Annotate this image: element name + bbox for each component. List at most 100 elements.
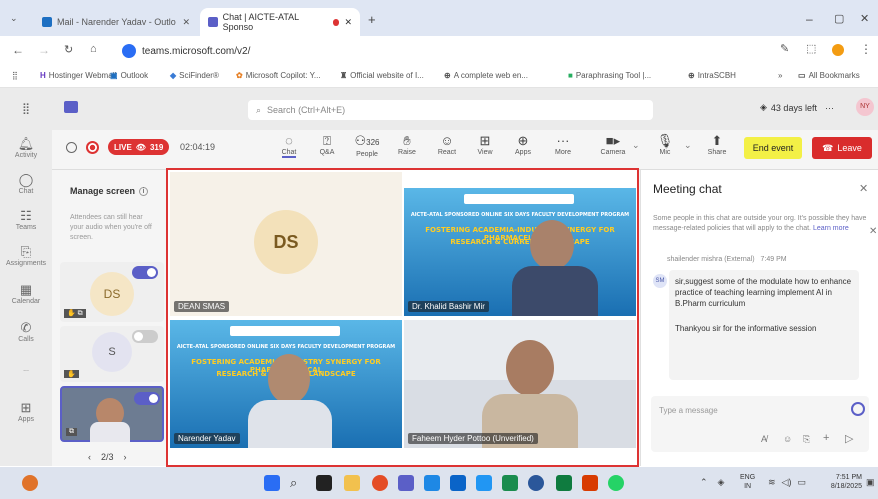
bookmark-item[interactable]: ■ Paraphrasing Tool |... xyxy=(568,71,651,80)
send-icon[interactable]: ▷ xyxy=(845,432,853,445)
thumb-participant[interactable]: S ✋ xyxy=(60,326,164,382)
mic-button[interactable]: 🎙︎ Mic xyxy=(648,133,682,156)
restore-button[interactable]: ▢ xyxy=(834,12,844,25)
rail-item-chat[interactable]: ◯ Chat xyxy=(4,172,48,195)
tab-list-icon[interactable]: ⌄ xyxy=(10,13,18,24)
plus-icon[interactable]: + xyxy=(823,432,829,444)
toggle-off[interactable] xyxy=(132,330,158,343)
react-button[interactable]: ☺ React xyxy=(430,133,464,156)
bookmark-item[interactable]: ◆ SciFinder® xyxy=(170,71,219,80)
start-icon[interactable] xyxy=(264,475,280,491)
close-icon[interactable]: ✕ xyxy=(869,226,877,237)
chevron-up-icon[interactable]: ⌃ xyxy=(700,477,708,488)
outlook-icon[interactable] xyxy=(450,475,466,491)
rail-item-activity[interactable]: 🔔︎ Activity xyxy=(4,136,48,159)
extensions-icon[interactable]: ⬚ xyxy=(806,42,816,55)
edge-icon[interactable] xyxy=(424,475,440,491)
notification-icon[interactable]: ▣ xyxy=(866,477,875,488)
rail-item-calendar[interactable]: ▦ Calendar xyxy=(4,282,48,305)
rail-item-more[interactable]: ... xyxy=(4,366,48,373)
url-field[interactable]: teams.microsoft.com/v2/ xyxy=(118,42,768,60)
record-icon[interactable] xyxy=(86,141,99,154)
tab-outlook[interactable]: Mail - Narender Yadav - Outlo ✕ xyxy=(34,8,198,36)
info-icon[interactable]: i xyxy=(139,186,149,196)
learn-more-link[interactable]: Learn more xyxy=(813,225,849,232)
qa-button[interactable]: ⍰ Q&A xyxy=(310,133,344,156)
rail-item-assignments[interactable]: ⎘ Assignments xyxy=(4,244,48,267)
toggle-on[interactable] xyxy=(134,392,160,405)
minimize-button[interactable]: – xyxy=(806,12,813,26)
menu-icon[interactable]: ⋮ xyxy=(860,42,872,56)
video-tile[interactable]: Faheem Hyder Pottoo (Unverified) xyxy=(404,320,636,448)
home-icon[interactable]: ⌂ xyxy=(90,43,97,55)
more-button[interactable]: ··· More xyxy=(546,133,580,156)
bookmark-item[interactable]: ♜ Official website of I... xyxy=(340,71,424,80)
tab-teams[interactable]: Chat | AICTE-ATAL Sponso ✕ xyxy=(200,8,360,36)
chevron-down-icon[interactable]: ⌄ xyxy=(684,140,692,151)
rail-item-apps[interactable]: ⊞ Apps xyxy=(4,400,48,423)
bookmark-item[interactable]: ✿ Microsoft Copilot: Y... xyxy=(236,71,321,80)
close-icon[interactable]: ✕ xyxy=(859,182,868,195)
new-tab-button[interactable]: + xyxy=(368,12,376,27)
video-tile[interactable]: AICTE-ATAL SPONSORED ONLINE SIX DAYS FAC… xyxy=(404,188,636,316)
reload-icon[interactable]: ↻ xyxy=(64,43,73,56)
language-indicator[interactable]: ENG IN xyxy=(740,473,755,491)
back-icon[interactable]: ← xyxy=(12,43,24,57)
chrome-icon[interactable] xyxy=(372,475,388,491)
wifi-icon[interactable]: ≋ xyxy=(768,477,776,488)
emoji-icon[interactable]: ☺ xyxy=(783,434,792,444)
bookmark-item[interactable]: ⊕ IntraSCBH xyxy=(688,71,736,80)
thumb-participant[interactable]: DS ✋ ⧉ xyxy=(60,262,164,322)
apps-button[interactable]: ⊕ Apps xyxy=(506,133,540,156)
file-explorer-icon[interactable] xyxy=(344,475,360,491)
end-event-button[interactable]: End event xyxy=(744,137,802,159)
pen-icon[interactable]: ✎ xyxy=(780,42,789,55)
toggle-on[interactable] xyxy=(132,266,158,279)
raise-hand-button[interactable]: ✋︎ Raise xyxy=(390,133,424,156)
clock[interactable]: 7:51 PM 8/18/2025 xyxy=(818,473,862,491)
trial-badge[interactable]: ◈ 43 days left ··· xyxy=(760,102,834,113)
app-launcher-icon[interactable]: ⣿ xyxy=(22,102,30,115)
powerpoint-icon[interactable] xyxy=(582,475,598,491)
word-icon[interactable] xyxy=(476,475,492,491)
profile-icon[interactable] xyxy=(832,44,844,56)
chat-button[interactable]: ◌ Chat xyxy=(272,133,306,158)
leave-button[interactable]: ☎ Leave xyxy=(812,137,872,159)
security-icon[interactable]: ◈ xyxy=(718,477,725,488)
copilot-icon[interactable] xyxy=(851,402,865,416)
video-tile[interactable]: DS DEAN SMAS xyxy=(170,172,402,316)
teams-icon[interactable] xyxy=(398,475,414,491)
battery-icon[interactable]: ▭ xyxy=(797,477,806,488)
search-input[interactable]: ⌕ Search (Ctrl+Alt+E) xyxy=(248,100,653,120)
site-info-icon[interactable] xyxy=(122,44,136,58)
search-icon[interactable]: ⌕ xyxy=(290,475,306,491)
more-icon[interactable]: ··· xyxy=(825,103,834,113)
close-icon[interactable]: ✕ xyxy=(182,17,190,28)
store-icon[interactable] xyxy=(528,475,544,491)
message-compose[interactable]: Type a message A̸ ☺ ⎘ + ▷ xyxy=(651,396,869,452)
task-view-icon[interactable] xyxy=(316,475,332,491)
volume-icon[interactable]: ◁) xyxy=(782,477,792,488)
apps-grid-icon[interactable]: ⣿ xyxy=(12,71,18,80)
weather-icon[interactable] xyxy=(22,475,38,491)
chevron-right-icon[interactable]: › xyxy=(124,452,127,462)
close-window-button[interactable]: ✕ xyxy=(860,12,869,25)
forward-icon[interactable]: → xyxy=(38,43,50,57)
bookmark-item[interactable]: H Hostinger Webmail xyxy=(40,71,116,80)
avatar[interactable]: NY xyxy=(856,98,874,116)
chevron-left-icon[interactable]: ‹ xyxy=(88,452,91,462)
bookmark-item[interactable]: ▣ Outlook xyxy=(110,71,148,80)
format-icon[interactable]: A̸ xyxy=(761,434,767,444)
more-bookmarks-icon[interactable]: » xyxy=(778,71,782,80)
rail-item-teams[interactable]: ☷ Teams xyxy=(4,208,48,231)
chevron-down-icon[interactable]: ⌄ xyxy=(632,140,640,151)
video-tile[interactable]: AICTE-ATAL SPONSORED ONLINE SIX DAYS FAC… xyxy=(170,320,402,448)
bookmark-item[interactable]: ⊕ A complete web en... xyxy=(444,71,528,80)
app-icon[interactable] xyxy=(608,475,624,491)
whatsapp-icon[interactable] xyxy=(556,475,572,491)
camera-button[interactable]: ■▸ Camera xyxy=(596,133,630,156)
share-button[interactable]: ⬆ Share xyxy=(700,133,734,156)
shield-icon[interactable] xyxy=(66,142,77,153)
thumb-participant-video[interactable]: ⧉ xyxy=(60,386,164,442)
all-bookmarks[interactable]: ▭ All Bookmarks xyxy=(798,71,860,80)
